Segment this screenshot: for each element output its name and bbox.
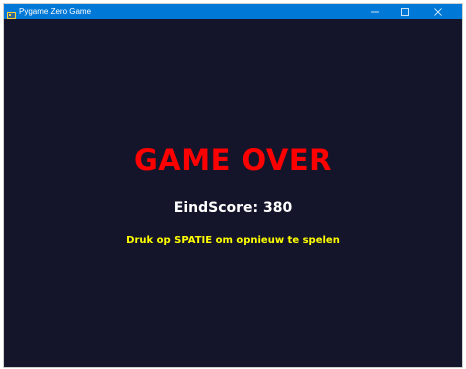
game-window: Pygame Zero Game GAME OVER EindScore: 38… [4, 4, 462, 367]
game-canvas[interactable]: GAME OVER EindScore: 380 Druk op SPATIE … [4, 19, 462, 367]
minimize-button[interactable] [363, 4, 387, 19]
close-button[interactable] [426, 4, 450, 19]
minimize-icon [371, 11, 379, 12]
close-icon [434, 7, 442, 16]
pygame-snake-icon [7, 7, 16, 19]
game-over-title: GAME OVER [134, 143, 332, 177]
maximize-button[interactable] [393, 4, 417, 19]
title-bar[interactable]: Pygame Zero Game [4, 4, 462, 19]
maximize-icon [401, 7, 409, 16]
restart-instruction: Druk op SPATIE om opnieuw te spelen [126, 235, 340, 246]
window-title: Pygame Zero Game [19, 7, 92, 16]
final-score: EindScore: 380 [173, 200, 293, 216]
